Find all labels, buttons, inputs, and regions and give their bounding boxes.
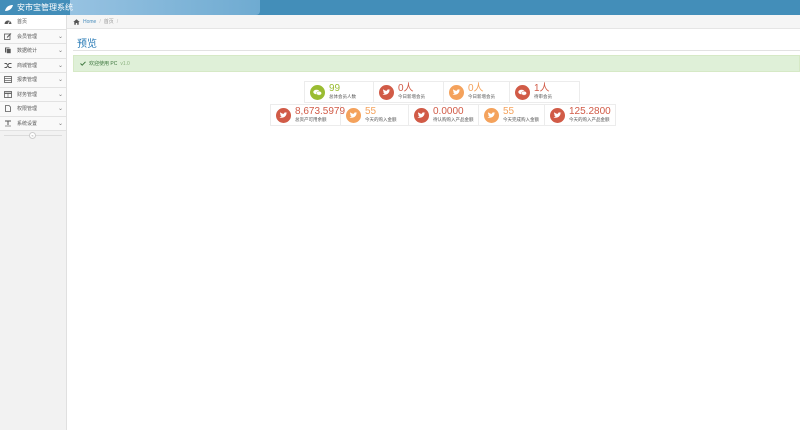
stat-box-today-product: 125.2800 今天的购入产品金额 xyxy=(545,104,616,126)
text-width-icon xyxy=(4,120,12,127)
stat-value: 8,673.5979 xyxy=(295,106,346,117)
collapse-toggle-icon[interactable]: « xyxy=(29,132,36,139)
sidebar-item-label: 数据统计 xyxy=(17,48,38,55)
twitter-icon xyxy=(487,111,496,118)
stat-value: 1人 xyxy=(534,83,550,94)
stat-value: 0人 xyxy=(468,83,484,94)
comments-icon xyxy=(313,89,322,95)
stat-icon-circle xyxy=(515,84,530,100)
sidebar-item-label: 会员管理 xyxy=(17,33,38,40)
chevron-down-icon: ⌄ xyxy=(57,106,63,112)
page-title: 预览 xyxy=(77,39,97,50)
breadcrumb: Home / 首页 / xyxy=(67,15,800,29)
twitter-icon xyxy=(417,111,426,118)
stat-label: 今天的购入产品金额 xyxy=(569,117,610,122)
stat-value: 99 xyxy=(329,83,341,94)
sidebar-item-members[interactable]: 会员管理 ⌄ xyxy=(0,29,66,44)
app-title: 安市宝管理系统 xyxy=(17,3,73,12)
top-navbar: 安市宝管理系统 xyxy=(0,0,800,15)
stat-icon-circle xyxy=(276,107,291,123)
stat-icon-circle xyxy=(346,107,361,123)
chevron-down-icon: ⌄ xyxy=(57,62,63,69)
breadcrumb-current: 首页 xyxy=(103,19,114,25)
comments-icon xyxy=(518,89,527,95)
stat-icon-circle xyxy=(449,84,464,100)
stat-box-pending-purchase: 0.0000 待认购购入产品金额 xyxy=(409,104,479,126)
sidebar-item-label: 财务管理 xyxy=(17,91,38,98)
stat-box-total-balance: 8,673.5979 总资产可用余额 xyxy=(270,104,345,126)
sidebar-collapse: « xyxy=(0,131,66,139)
sidebar-item-label: 系统设置 xyxy=(17,120,38,127)
chevron-down-icon: ⌄ xyxy=(57,48,63,54)
stat-box-today-members: 0人 今日新增会员 xyxy=(444,81,510,103)
divider xyxy=(73,50,800,51)
brand-link[interactable]: 安市宝管理系统 xyxy=(4,2,73,13)
list-icon xyxy=(4,76,12,84)
edit-icon xyxy=(4,32,12,40)
document-icon xyxy=(4,105,12,113)
stat-label: 今天完成购入金额 xyxy=(503,117,539,122)
twitter-icon xyxy=(349,111,358,118)
sidebar-item-label: 报表管理 xyxy=(17,77,38,84)
sidebar-item-finance[interactable]: 财务管理 ⌄ xyxy=(0,87,66,102)
breadcrumb-separator: / xyxy=(99,18,101,25)
stat-box-today-purchase: 55 今天的购入金额 xyxy=(341,104,409,126)
sidebar-item-home[interactable]: 首页 xyxy=(0,15,66,30)
stat-icon-circle xyxy=(550,107,565,123)
sidebar: 首页 会员管理 ⌄ 数据统计 ⌄ 商城管理 ⌄ 报表管理 ⌄ 财务管理 ⌄ 权限… xyxy=(0,15,67,430)
breadcrumb-separator: / xyxy=(116,18,119,25)
sidebar-item-shop[interactable]: 商城管理 ⌄ xyxy=(0,58,66,73)
stat-box-new-members: 0人 今日新增会员 xyxy=(374,81,444,103)
stat-icon-circle xyxy=(379,84,394,100)
stat-label: 今日新增会员 xyxy=(468,94,495,99)
chevron-down-icon: ⌄ xyxy=(57,120,63,127)
alert-version: v1.0 xyxy=(120,60,130,67)
sidebar-item-stats[interactable]: 数据统计 ⌄ xyxy=(0,44,66,59)
breadcrumb-home-link[interactable]: Home xyxy=(83,19,96,25)
stat-label: 待审会员 xyxy=(534,94,552,99)
welcome-alert: 欢迎使用 PC v1.0 xyxy=(73,55,800,72)
stat-label: 总体会员人数 xyxy=(329,94,356,99)
stat-label: 总资产可用余额 xyxy=(295,117,327,122)
stat-box-today-completed: 55 今天完成购入金额 xyxy=(479,104,545,126)
twitter-icon xyxy=(452,88,461,95)
stat-value: 0人 xyxy=(398,83,414,94)
stat-icon-circle xyxy=(484,107,499,123)
shuffle-icon xyxy=(4,62,12,69)
stat-value: 125.2800 xyxy=(569,106,611,117)
alert-text: 欢迎使用 PC xyxy=(89,61,118,67)
twitter-icon xyxy=(553,111,562,118)
stat-box-total-members: 99 总体会员人数 xyxy=(304,81,374,103)
files-icon xyxy=(4,47,12,55)
chevron-down-icon: ⌄ xyxy=(57,91,63,98)
stat-label: 待认购购入产品金额 xyxy=(433,117,474,122)
stat-value: 55 xyxy=(365,106,377,117)
twitter-icon xyxy=(382,88,391,95)
check-icon xyxy=(80,61,86,66)
twitter-icon xyxy=(279,111,288,118)
dashboard-icon xyxy=(4,18,12,25)
sidebar-item-label: 首页 xyxy=(17,19,28,26)
table-icon xyxy=(4,90,12,98)
stat-value: 55 xyxy=(503,106,515,117)
stat-icon-circle xyxy=(310,84,325,100)
navbar-highlight xyxy=(70,0,260,15)
leaf-icon xyxy=(5,4,13,11)
stat-label: 今日新增会员 xyxy=(398,94,425,99)
sidebar-item-permissions[interactable]: 权限管理 ⌄ xyxy=(0,102,66,117)
sidebar-item-label: 权限管理 xyxy=(17,106,38,113)
chevron-down-icon: ⌄ xyxy=(57,77,63,83)
chevron-down-icon: ⌄ xyxy=(57,33,63,40)
home-icon xyxy=(73,18,80,25)
sidebar-item-label: 商城管理 xyxy=(17,62,38,69)
sidebar-item-settings[interactable]: 系统设置 ⌄ xyxy=(0,116,66,131)
stat-icon-circle xyxy=(414,107,429,123)
stat-value: 0.0000 xyxy=(433,106,464,117)
stat-box-pending-members: 1人 待审会员 xyxy=(510,81,580,103)
stat-label: 今天的购入金额 xyxy=(365,117,397,122)
sidebar-item-reports[interactable]: 报表管理 ⌄ xyxy=(0,73,66,88)
